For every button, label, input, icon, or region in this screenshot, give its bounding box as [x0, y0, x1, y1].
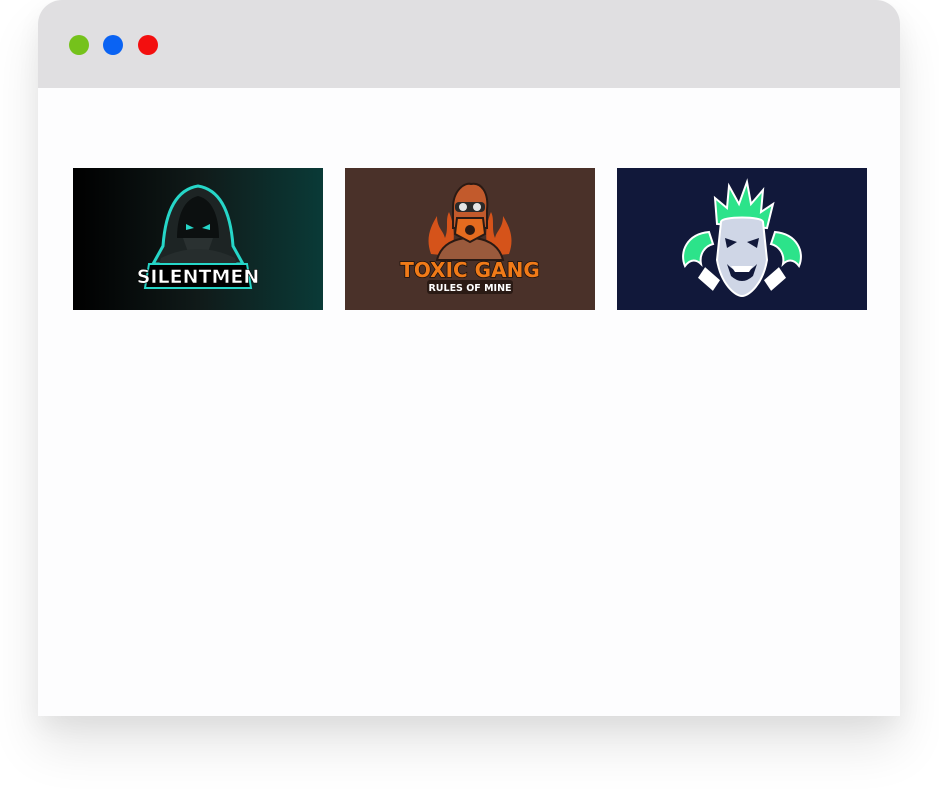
logo-card-silentmen[interactable]: SILENTMEN [73, 168, 323, 310]
window-close-button[interactable] [138, 35, 158, 55]
browser-window: SILENTMEN TOXIC GANG RULES OF MINE [38, 0, 900, 716]
toxic-gang-logo-image: TOXIC GANG RULES OF MINE [345, 168, 595, 310]
toxic-gang-title: TOXIC GANG [400, 258, 539, 282]
window-titlebar [38, 0, 900, 88]
logo-card-toxic-gang[interactable]: TOXIC GANG RULES OF MINE [345, 168, 595, 310]
silentmen-title: SILENTMEN [137, 266, 260, 288]
logo-card-joker[interactable] [617, 168, 867, 310]
joker-logo-image [617, 168, 867, 310]
window-minimize-button[interactable] [69, 35, 89, 55]
silentmen-logo-image: SILENTMEN [73, 168, 323, 310]
toxic-gang-subtitle: RULES OF MINE [428, 283, 511, 294]
window-maximize-button[interactable] [103, 35, 123, 55]
window-content: SILENTMEN TOXIC GANG RULES OF MINE [38, 88, 900, 716]
